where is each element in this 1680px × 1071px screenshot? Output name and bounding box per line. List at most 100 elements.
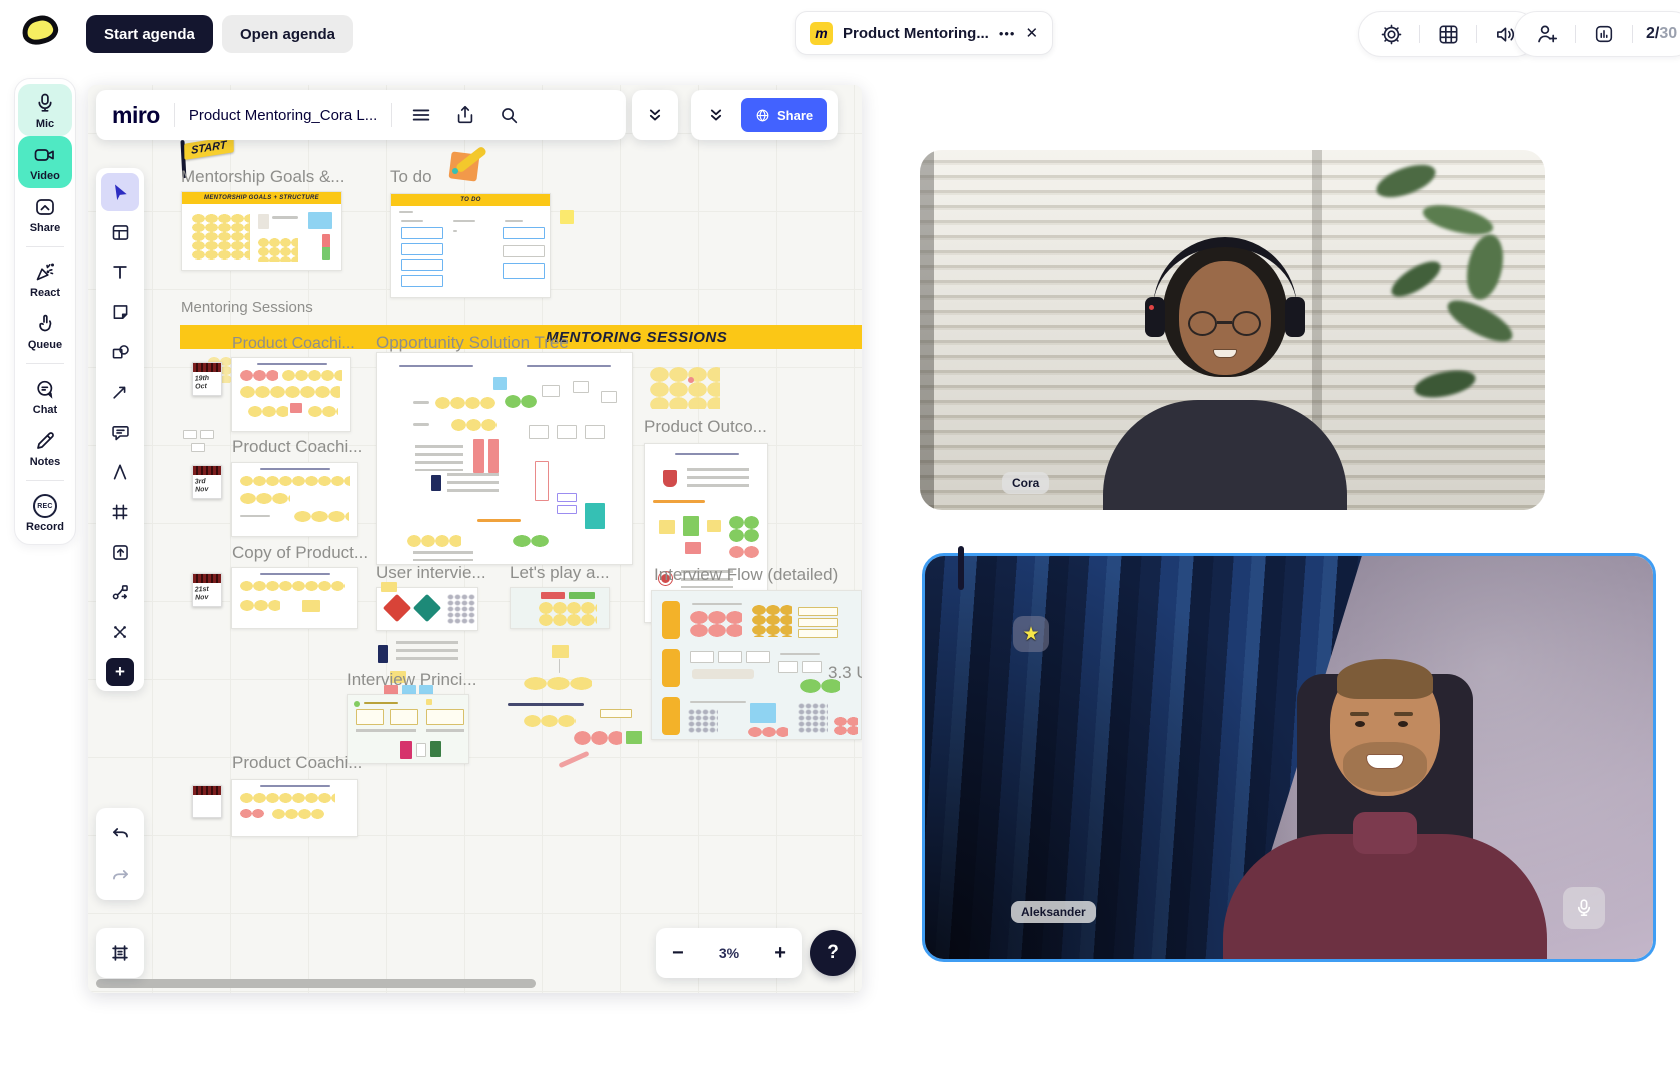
zoom-level[interactable]: 3% xyxy=(719,945,739,961)
frames-list-icon[interactable] xyxy=(101,934,139,972)
connector-tool[interactable] xyxy=(101,573,139,611)
butter-logo-icon[interactable] xyxy=(22,16,58,44)
frame-thumbnail-play[interactable] xyxy=(510,587,610,629)
sticky-tree[interactable] xyxy=(552,645,569,658)
decor xyxy=(113,230,127,238)
miro-logo[interactable]: miro xyxy=(112,102,160,129)
tab-more-icon[interactable]: ••• xyxy=(999,26,1016,41)
collapse-icon[interactable] xyxy=(701,100,731,130)
screen-share-icon xyxy=(33,195,57,219)
frame-thumbnail-interviews[interactable] xyxy=(376,587,478,631)
calendar-sticker[interactable]: 21st Nov xyxy=(192,573,222,607)
frame-thumbnail-coaching-2[interactable] xyxy=(231,462,358,537)
add-tool-button[interactable]: + xyxy=(106,658,134,686)
frame-thumbnail-principles[interactable] xyxy=(347,694,469,764)
calendar-sticker[interactable]: 19th Oct xyxy=(192,362,222,396)
chat-button[interactable]: Chat xyxy=(18,370,72,422)
gbox xyxy=(690,651,714,663)
sgR xyxy=(240,809,264,818)
participant-count[interactable]: 2/30 xyxy=(1646,25,1677,43)
frame-title[interactable]: 3.3 U... xyxy=(828,663,862,683)
comment-tool[interactable] xyxy=(101,413,139,451)
record-button[interactable]: REC Record xyxy=(18,487,72,539)
calendar-sticker[interactable]: 3rd Nov xyxy=(192,465,222,499)
miro-canvas[interactable]: START Mentorship Goals &... Mentorship G… xyxy=(88,85,862,993)
frame-thumbnail-ost[interactable] xyxy=(376,352,633,565)
grid-view-icon[interactable] xyxy=(1433,19,1463,49)
chip xyxy=(383,594,411,622)
share-screen-button[interactable]: Share xyxy=(18,188,72,240)
collapse-icon[interactable] xyxy=(640,100,670,130)
menu-icon[interactable] xyxy=(406,100,436,130)
arrow-tool[interactable] xyxy=(101,373,139,411)
share-button[interactable]: Share xyxy=(741,98,827,132)
settings-icon[interactable] xyxy=(1376,19,1406,49)
frame-thumbnail-coaching-4[interactable] xyxy=(231,779,358,837)
sg xyxy=(282,370,342,381)
tline xyxy=(690,701,746,703)
poll-icon[interactable] xyxy=(1589,19,1619,49)
fhead: To do xyxy=(391,194,550,206)
frame-title[interactable]: Opportunity Solution Tree xyxy=(376,333,569,353)
tab-close-icon[interactable]: ✕ xyxy=(1025,24,1038,42)
zoom-out-button[interactable]: − xyxy=(672,942,684,965)
abs xyxy=(1366,754,1404,769)
zoom-in-button[interactable]: + xyxy=(774,942,786,965)
frame-title[interactable]: Let's play a... xyxy=(510,563,610,583)
chip xyxy=(258,214,269,229)
add-person-icon[interactable] xyxy=(1532,19,1562,49)
frame-title[interactable]: Product Outco... xyxy=(644,417,767,437)
sticky-cluster[interactable] xyxy=(650,367,720,409)
upload-tool[interactable] xyxy=(101,533,139,571)
frame-thumbnail-goals[interactable]: Mentorship Goals + Structure xyxy=(181,191,342,271)
frame-title[interactable]: Product Coachi... xyxy=(232,437,362,457)
video-button[interactable]: Video xyxy=(18,136,72,188)
video-tile-aleksander[interactable]: ★ Aleksander xyxy=(922,553,1656,962)
select-tool[interactable] xyxy=(101,173,139,211)
frame-title[interactable]: Product Coachi... xyxy=(232,753,362,773)
fhead: Mentorship Goals + Structure xyxy=(182,192,341,204)
chip xyxy=(585,503,605,529)
frame-thumbnail-coaching-1[interactable] xyxy=(231,357,351,432)
obox xyxy=(356,709,384,725)
react-button[interactable]: React xyxy=(18,253,72,305)
redo-icon[interactable] xyxy=(101,856,139,894)
decor xyxy=(1382,25,1400,43)
pen-tool[interactable] xyxy=(101,453,139,491)
mic-button[interactable]: Mic xyxy=(18,84,72,136)
sticky-note[interactable] xyxy=(560,210,574,224)
board-title[interactable]: Product Mentoring_Cora L... xyxy=(189,107,377,124)
frame-title[interactable]: Copy of Product... xyxy=(232,543,368,563)
mini-phone[interactable] xyxy=(378,645,388,663)
apps-tool[interactable] xyxy=(101,613,139,651)
frame-title[interactable]: Interview Princi... xyxy=(347,670,476,690)
frame-tool[interactable] xyxy=(101,493,139,531)
help-button[interactable]: ? xyxy=(810,930,856,976)
export-icon[interactable] xyxy=(450,100,480,130)
frame-title[interactable]: Mentorship Goals &... xyxy=(181,167,344,187)
frame-title[interactable]: Mentoring Sessions xyxy=(181,299,313,316)
horizontal-scrollbar[interactable] xyxy=(96,979,536,988)
text-tool[interactable] xyxy=(101,253,139,291)
frame-title[interactable]: User intervie... xyxy=(376,563,486,583)
frame-thumbnail-todo[interactable]: To do xyxy=(390,193,551,298)
start-agenda-button[interactable]: Start agenda xyxy=(86,15,213,53)
sticky-note-tool[interactable] xyxy=(101,293,139,331)
frame-title[interactable]: Product Coachi... xyxy=(232,335,355,353)
shared-board-tab[interactable]: m Product Mentoring... ••• ✕ xyxy=(795,11,1053,55)
video-tile-cora[interactable]: Cora xyxy=(920,150,1545,510)
frame-thumbnail-coaching-3[interactable] xyxy=(231,567,358,629)
max: 30 xyxy=(1659,25,1677,42)
layout-resize-handle[interactable] xyxy=(958,546,964,590)
templates-tool[interactable] xyxy=(101,213,139,251)
notes-button[interactable]: Notes xyxy=(18,422,72,474)
frame-title[interactable]: To do xyxy=(390,167,432,187)
search-icon[interactable] xyxy=(494,100,524,130)
queue-button[interactable]: Queue xyxy=(18,305,72,357)
lines xyxy=(396,641,458,665)
open-agenda-button[interactable]: Open agenda xyxy=(222,15,353,53)
undo-icon[interactable] xyxy=(101,814,139,852)
frame-title[interactable]: Interview Flow (detailed) xyxy=(654,565,838,585)
shapes-tool[interactable] xyxy=(101,333,139,371)
calendar-sticker[interactable] xyxy=(192,785,222,818)
